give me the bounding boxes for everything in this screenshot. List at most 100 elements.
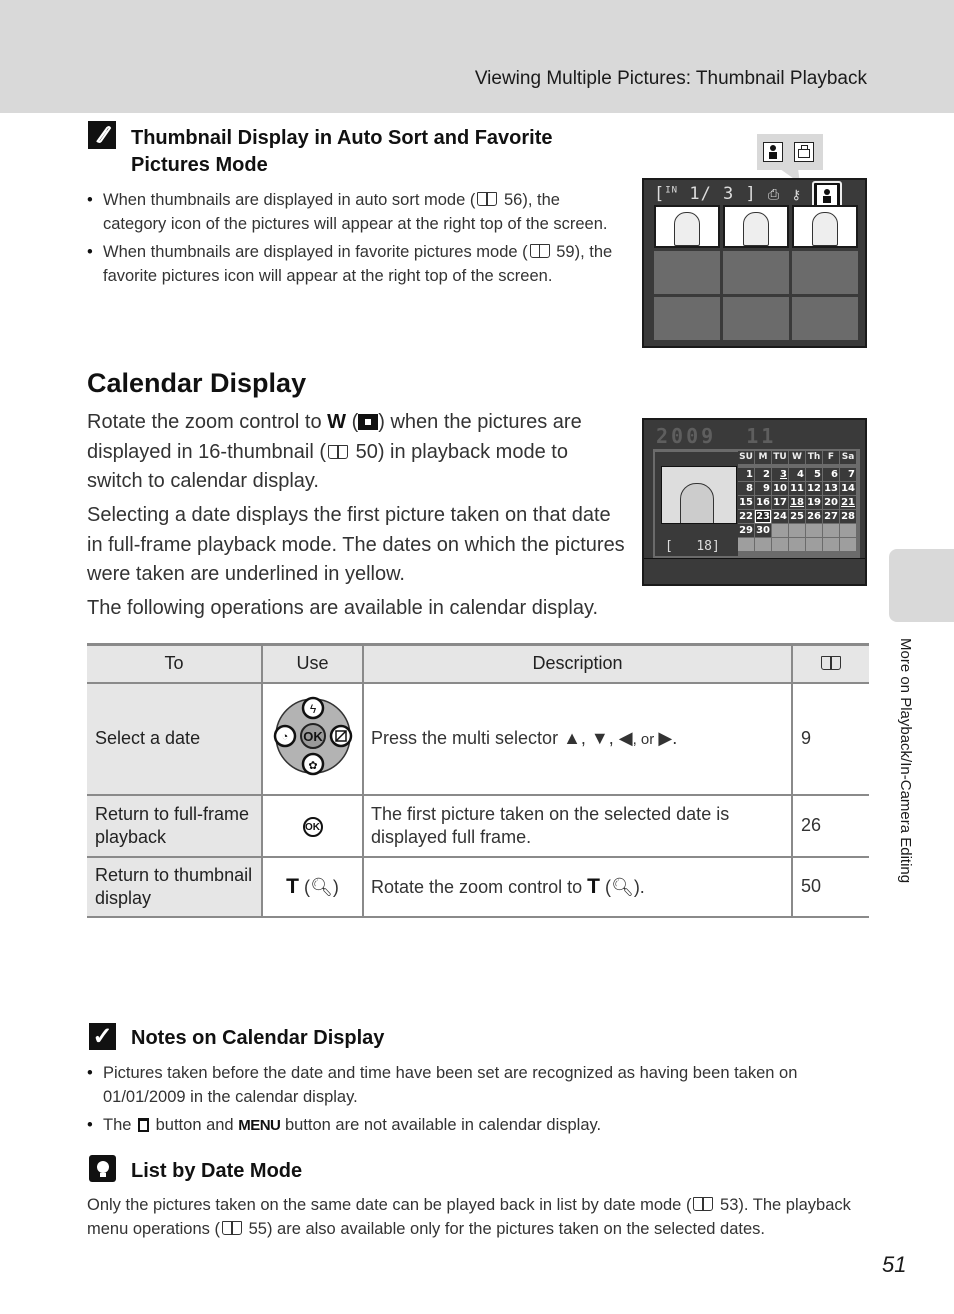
calendar-picture-count: [ 18] <box>665 539 720 554</box>
calendar-gap <box>738 465 856 467</box>
thumbnail-grid <box>654 205 860 340</box>
cell-use: OK <box>261 793 364 858</box>
chapter-tab <box>889 549 954 622</box>
thumbnail-empty-slot <box>723 251 789 294</box>
calendar-day[interactable]: 12 <box>806 482 822 495</box>
book-icon <box>328 444 349 459</box>
header-to: To <box>87 643 263 684</box>
notes-title: Notes on Calendar Display <box>131 1027 385 1049</box>
calendar-photo-area: [ 18] <box>655 452 738 556</box>
caution-check-icon: ✓ <box>89 1023 116 1050</box>
book-icon <box>477 192 498 206</box>
calendar-day[interactable]: 11 <box>789 482 805 495</box>
category-callout <box>757 134 823 170</box>
header-use: Use <box>261 643 364 684</box>
thumbnail-empty-slot <box>792 251 858 294</box>
cell-use: T (🔍︎) <box>261 855 364 918</box>
cell-to: Return to full-frame playback <box>87 793 263 858</box>
calendar-day[interactable]: 2 <box>755 468 771 481</box>
calendar-day[interactable]: 10 <box>772 482 788 495</box>
bullet-item: When thumbnails are displayed in auto so… <box>87 188 627 236</box>
calendar-day[interactable]: 6 <box>823 468 839 481</box>
table-row: Select a date OK ϟ ✿ ◔ Press the multi s… <box>87 681 869 796</box>
tip-lightbulb-icon <box>89 1155 116 1182</box>
list-by-date-title: List by Date Mode <box>131 1160 303 1182</box>
chapter-label: More on Playback/In-Camera Editing <box>897 638 914 884</box>
calendar-panel: [ 18] SU M TU W Th F Sa 1 2 3 4 5 6 7 8 9 10 11 12 13 14 15 16… <box>653 449 860 558</box>
cell-to: Return to thumbnail display <box>87 855 263 918</box>
calendar-empty-cell <box>823 538 839 551</box>
bullet-item: The button and MENU button are not avail… <box>87 1113 872 1138</box>
calendar-day[interactable]: 29 <box>738 524 754 537</box>
thumbnail-empty-slot <box>654 251 720 294</box>
list-by-date-paragraph: Only the pictures taken on the same date… <box>87 1196 851 1238</box>
bullet-item: When thumbnails are displayed in favorit… <box>87 240 627 288</box>
calendar-day[interactable]: 14 <box>840 482 856 495</box>
calendar-day[interactable]: 17 <box>772 496 788 509</box>
calendar-day[interactable]: 20 <box>823 496 839 509</box>
intro-paragraph: Rotate the zoom control to W () when the… <box>87 411 582 492</box>
table-row: Return to full-frame playback OK The fir… <box>87 793 869 858</box>
calendar-day[interactable]: 30 <box>755 524 771 537</box>
calendar-day[interactable]: 16 <box>755 496 771 509</box>
calendar-day[interactable]: 22 <box>738 510 754 523</box>
calendar-day[interactable]: 18 <box>789 496 805 509</box>
thumbnail-grid-icon <box>358 414 379 430</box>
book-icon <box>529 244 550 258</box>
calendar-day[interactable]: 21 <box>840 496 856 509</box>
calendar-day[interactable]: 8 <box>738 482 754 495</box>
calendar-day[interactable]: 9 <box>755 482 771 495</box>
calendar-empty-cell <box>789 538 805 551</box>
page-number: 51 <box>882 1252 907 1277</box>
calendar-weekday: Th <box>806 451 822 464</box>
thumbnail-status: [IN 1/ 3 ] ⎙ ⚷ <box>654 184 802 204</box>
header-band <box>0 0 954 113</box>
protect-key-icon: ⚷ <box>791 188 802 203</box>
svg-text:◔: ◔ <box>281 731 288 743</box>
calendar-day[interactable]: 28 <box>840 510 856 523</box>
cell-ref: 50 <box>791 855 869 918</box>
calendar-footer <box>644 558 865 584</box>
cell-description: Rotate the zoom control to T (🔍︎). <box>362 855 793 918</box>
trash-icon <box>138 1118 150 1132</box>
calendar-empty-cell <box>772 524 788 537</box>
calendar-day[interactable]: 24 <box>772 510 788 523</box>
thumbnail-empty-slot <box>792 297 858 340</box>
print-order-icon: ⎙ <box>768 187 781 203</box>
thumbnail-empty-slot <box>654 297 720 340</box>
calendar-day[interactable]: 23 <box>755 510 771 523</box>
calendar-day[interactable]: 7 <box>840 468 856 481</box>
calendar-day[interactable]: 13 <box>823 482 839 495</box>
ok-button-icon: OK <box>302 817 323 838</box>
calendar-day[interactable]: 5 <box>806 468 822 481</box>
calendar-day[interactable]: 15 <box>738 496 754 509</box>
book-icon <box>821 656 841 671</box>
calendar-weekday: M <box>755 451 771 464</box>
notes-bullets: Pictures taken before the date and time … <box>87 1061 872 1142</box>
multi-selector-icon: OK ϟ ✿ ◔ <box>273 696 352 776</box>
calendar-empty-cell <box>840 538 856 551</box>
calendar-empty-cell <box>840 524 856 537</box>
zoom-in-magnifier-icon: 🔍︎ <box>610 876 634 897</box>
thumbnail-screen: [IN 1/ 3 ] ⎙ ⚷ <box>642 178 867 348</box>
cell-use: OK ϟ ✿ ◔ <box>261 681 364 796</box>
calendar-day[interactable]: 1 <box>738 468 754 481</box>
calendar-empty-cell <box>823 524 839 537</box>
thumbnail-photo[interactable] <box>792 205 858 248</box>
calendar-day[interactable]: 27 <box>823 510 839 523</box>
table-row: Return to thumbnail display T (🔍︎) Rotat… <box>87 855 869 918</box>
thumbnail-photo[interactable] <box>654 205 720 248</box>
page-header-title: Viewing Multiple Pictures: Thumbnail Pla… <box>474 68 867 89</box>
calendar-weekday: TU <box>772 451 788 464</box>
calendar-day[interactable]: 3 <box>772 468 788 481</box>
calendar-day[interactable]: 4 <box>789 468 805 481</box>
svg-text:✿: ✿ <box>308 760 317 772</box>
selection-paragraph: Selecting a date displays the first pict… <box>87 504 625 585</box>
calendar-day[interactable]: 26 <box>806 510 822 523</box>
header-description: Description <box>362 643 793 684</box>
section-title: Calendar Display <box>87 368 307 398</box>
header-ref <box>791 643 869 684</box>
calendar-day[interactable]: 25 <box>789 510 805 523</box>
calendar-day[interactable]: 19 <box>806 496 822 509</box>
thumbnail-photo[interactable] <box>723 205 789 248</box>
